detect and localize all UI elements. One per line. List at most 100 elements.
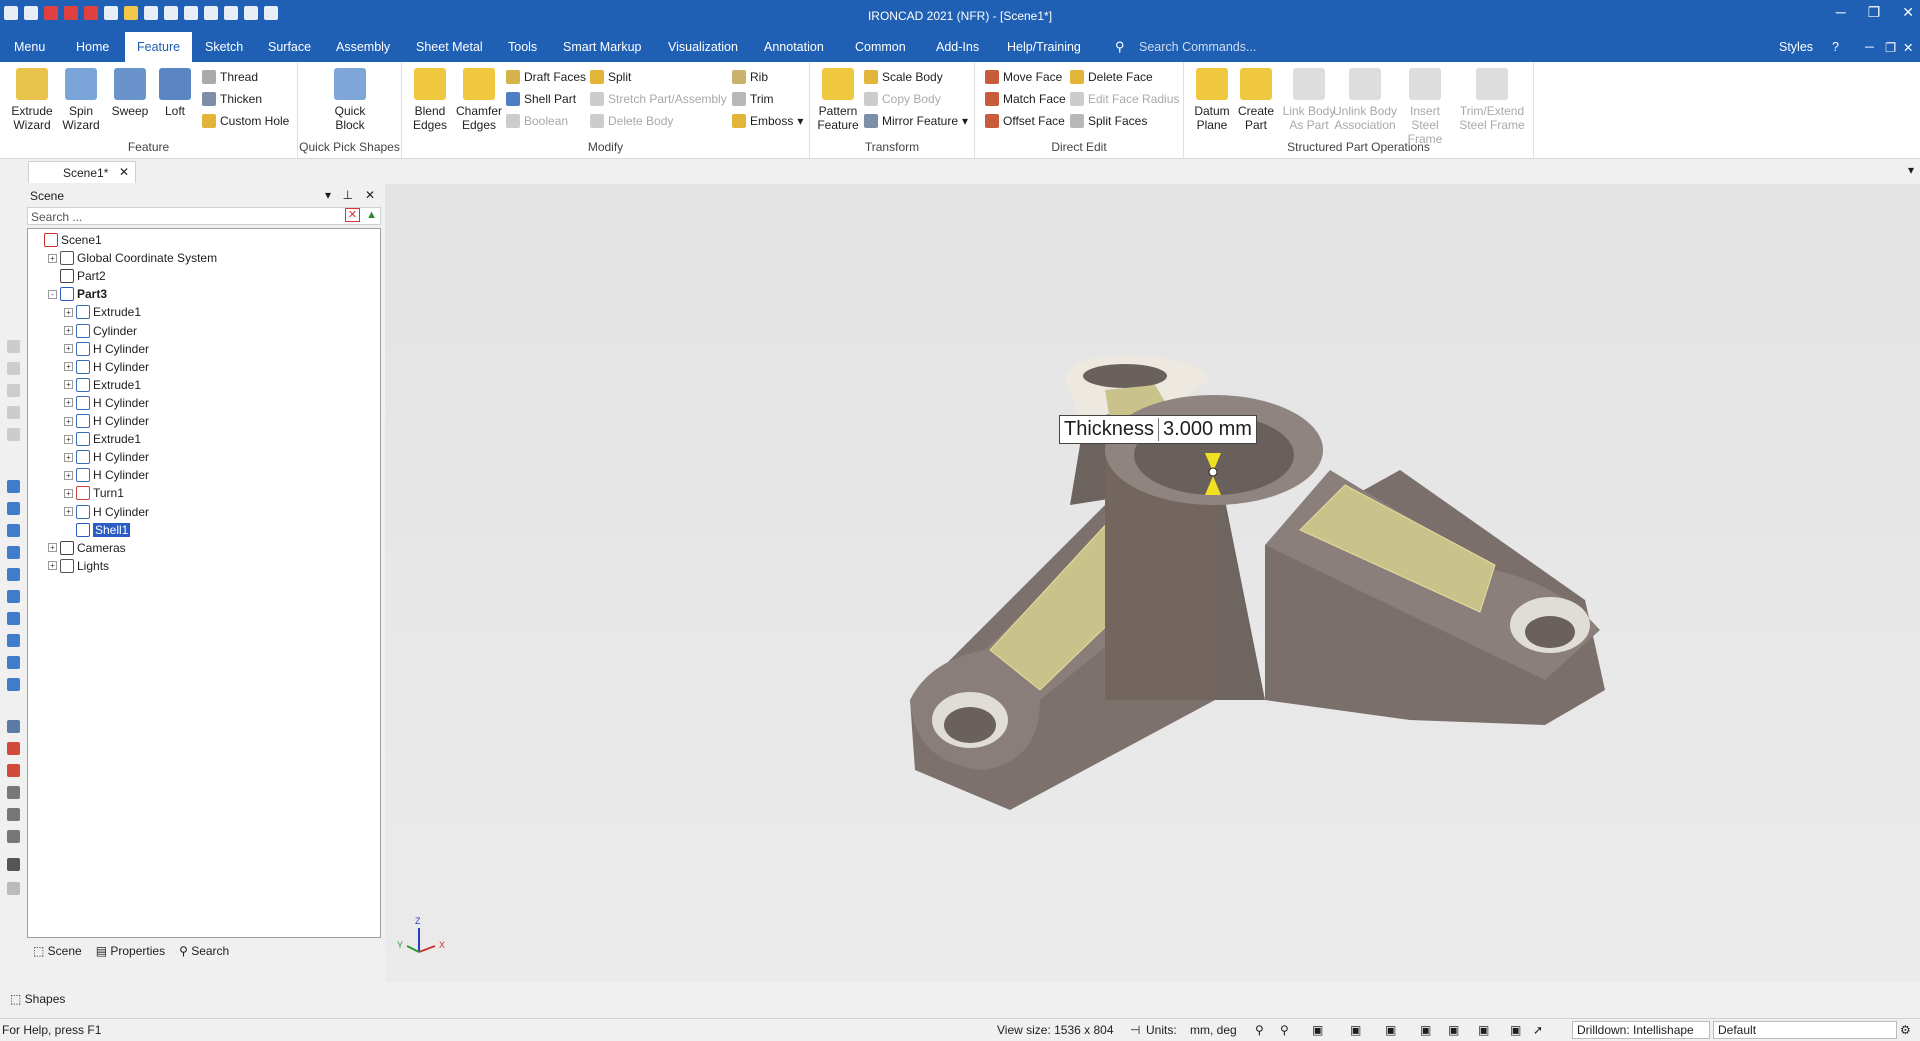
zoom-fit-icon[interactable]: ⚲ <box>1280 1023 1289 1037</box>
command-search-input[interactable]: Search Commands... <box>1139 40 1256 54</box>
chamfer-edges-button[interactable]: Chamfer Edges <box>454 68 504 132</box>
tab-tools[interactable]: Tools <box>508 40 537 54</box>
tool-icon[interactable] <box>7 406 20 419</box>
draft-faces-button[interactable]: Draft Faces <box>506 70 586 84</box>
tab-assembly[interactable]: Assembly <box>336 40 390 54</box>
tree-expander-icon[interactable]: + <box>64 470 73 480</box>
tool-icon[interactable] <box>7 546 20 559</box>
shapes-catalog-tab[interactable]: ⬚ Shapes <box>0 988 380 1010</box>
tool-icon[interactable] <box>7 882 20 895</box>
tree-node[interactable]: Shell1 <box>64 521 131 539</box>
trim-steel-frame-button[interactable]: Trim/Extend Steel Frame <box>1456 68 1528 132</box>
tab-menu[interactable]: Menu <box>14 40 45 54</box>
custom-hole-button[interactable]: Custom Hole <box>202 114 289 128</box>
pattern-feature-button[interactable]: Pattern Feature <box>816 68 860 132</box>
link-body-button[interactable]: Link Body As Part <box>1278 68 1340 132</box>
create-part-button[interactable]: Create Part <box>1236 68 1276 132</box>
tree-expander-icon[interactable]: + <box>48 543 57 553</box>
split-faces-button[interactable]: Split Faces <box>1070 114 1147 128</box>
tree-node[interactable]: + Cylinder <box>64 322 137 340</box>
tool-icon[interactable] <box>7 808 20 821</box>
status-settings-icon[interactable]: ⚙ <box>1900 1023 1911 1037</box>
tree-expander-icon[interactable]: + <box>64 434 73 444</box>
tree-expander-icon[interactable]: + <box>48 253 57 263</box>
tree-expander-icon[interactable]: + <box>64 362 73 372</box>
doc-close-icon[interactable]: ✕ <box>1903 40 1913 55</box>
light-icon[interactable]: ▣ <box>1510 1023 1521 1037</box>
tree-expander-icon[interactable]: + <box>64 344 73 354</box>
thread-button[interactable]: Thread <box>202 70 258 84</box>
split-button[interactable]: Split <box>590 70 631 84</box>
help-icon[interactable]: ? <box>1832 40 1839 54</box>
delete-body-button[interactable]: Delete Body <box>590 114 673 128</box>
tree-expander-icon[interactable]: + <box>64 398 73 408</box>
edit-face-radius-button[interactable]: Edit Face Radius <box>1070 92 1179 106</box>
filter-icon[interactable]: ▲ <box>366 209 377 221</box>
tab-add-ins[interactable]: Add-Ins <box>936 40 979 54</box>
tree-node[interactable]: Scene1 <box>32 231 102 249</box>
display-icon[interactable]: ▣ <box>1478 1023 1489 1037</box>
tab-sheet-metal[interactable]: Sheet Metal <box>416 40 483 54</box>
tab-home[interactable]: Home <box>76 40 109 54</box>
tab-annotation[interactable]: Annotation <box>764 40 824 54</box>
close-panel-icon[interactable]: ✕ <box>365 188 375 202</box>
tab-visualization[interactable]: Visualization <box>668 40 738 54</box>
tool-icon[interactable] <box>7 568 20 581</box>
tool-icon[interactable] <box>7 612 20 625</box>
tool-icon[interactable] <box>7 480 20 493</box>
tree-expander-icon[interactable]: + <box>64 326 73 335</box>
doc-restore-icon[interactable]: ❐ <box>1885 40 1896 55</box>
tree-node[interactable]: + Global Coordinate System <box>48 249 217 267</box>
tool-icon[interactable] <box>7 656 20 669</box>
tab-smart-markup[interactable]: Smart Markup <box>563 40 642 54</box>
scale-body-button[interactable]: Scale Body <box>864 70 943 84</box>
tree-node[interactable]: + Cameras <box>48 539 126 557</box>
tab-surface[interactable]: Surface <box>268 40 311 54</box>
loft-button[interactable]: Loft <box>157 68 193 118</box>
pin-icon[interactable]: ⊥ <box>343 188 353 202</box>
tree-expander-icon[interactable]: + <box>64 452 73 462</box>
tree-node[interactable]: + H Cylinder <box>64 503 149 521</box>
tool-icon[interactable] <box>7 634 20 647</box>
styles-dropdown[interactable]: Styles <box>1779 40 1813 54</box>
tab-common[interactable]: Common <box>855 40 906 54</box>
thicken-button[interactable]: Thicken <box>202 92 262 106</box>
tab-scene[interactable]: ⬚ Scene <box>33 944 82 958</box>
tab-properties[interactable]: ▤ Properties <box>96 944 165 958</box>
boolean-button[interactable]: Boolean <box>506 114 568 128</box>
tool-icon[interactable] <box>7 590 20 603</box>
tool-icon[interactable] <box>7 720 20 733</box>
tree-expander-icon[interactable]: + <box>64 507 73 516</box>
tree-expander-icon[interactable]: + <box>64 488 73 498</box>
datum-plane-button[interactable]: Datum Plane <box>1190 68 1234 132</box>
tab-search[interactable]: ⚲ Search <box>179 944 229 958</box>
tool-icon[interactable] <box>7 858 20 871</box>
cursor-icon[interactable]: ➚ <box>1533 1023 1543 1037</box>
tab-list-chevron-icon[interactable]: ▾ <box>1908 163 1914 177</box>
tree-node[interactable]: + Extrude1 <box>64 376 141 394</box>
tree-node[interactable]: + Extrude1 <box>64 430 141 448</box>
stretch-part-button[interactable]: Stretch Part/Assembly <box>590 92 727 106</box>
sweep-button[interactable]: Sweep <box>110 68 150 118</box>
panel-menu-chevron-icon[interactable]: ▾ <box>325 188 331 202</box>
tab-help-training[interactable]: Help/Training <box>1007 40 1081 54</box>
close-tab-icon[interactable]: ✕ <box>119 165 129 179</box>
tree-expander-icon[interactable]: + <box>64 380 73 390</box>
thickness-input[interactable]: Thickness 3.000 mm <box>1059 415 1257 444</box>
doc-tab-scene1[interactable]: Scene1* ✕ <box>28 161 136 183</box>
tab-sketch[interactable]: Sketch <box>205 40 243 54</box>
tool-icon[interactable] <box>7 764 20 777</box>
tree-expander-icon[interactable]: + <box>64 307 73 317</box>
tree-node[interactable]: - Part3 <box>48 285 107 303</box>
tool-icon[interactable] <box>7 524 20 537</box>
tree-node[interactable]: + H Cylinder <box>64 358 149 376</box>
zoom-icon[interactable]: ⚲ <box>1255 1023 1264 1037</box>
part-model[interactable] <box>385 184 1920 982</box>
minimize-icon[interactable]: ─ <box>1836 4 1846 21</box>
view-orient-icon[interactable]: ▣ <box>1312 1023 1323 1037</box>
rib-button[interactable]: Rib <box>732 70 768 84</box>
tree-node[interactable]: + H Cylinder <box>64 466 149 484</box>
thickness-value-field[interactable]: 3.000 mm <box>1158 418 1256 441</box>
thickness-handle-point[interactable] <box>1208 467 1218 477</box>
clear-search-icon[interactable]: ✕ <box>345 208 360 222</box>
